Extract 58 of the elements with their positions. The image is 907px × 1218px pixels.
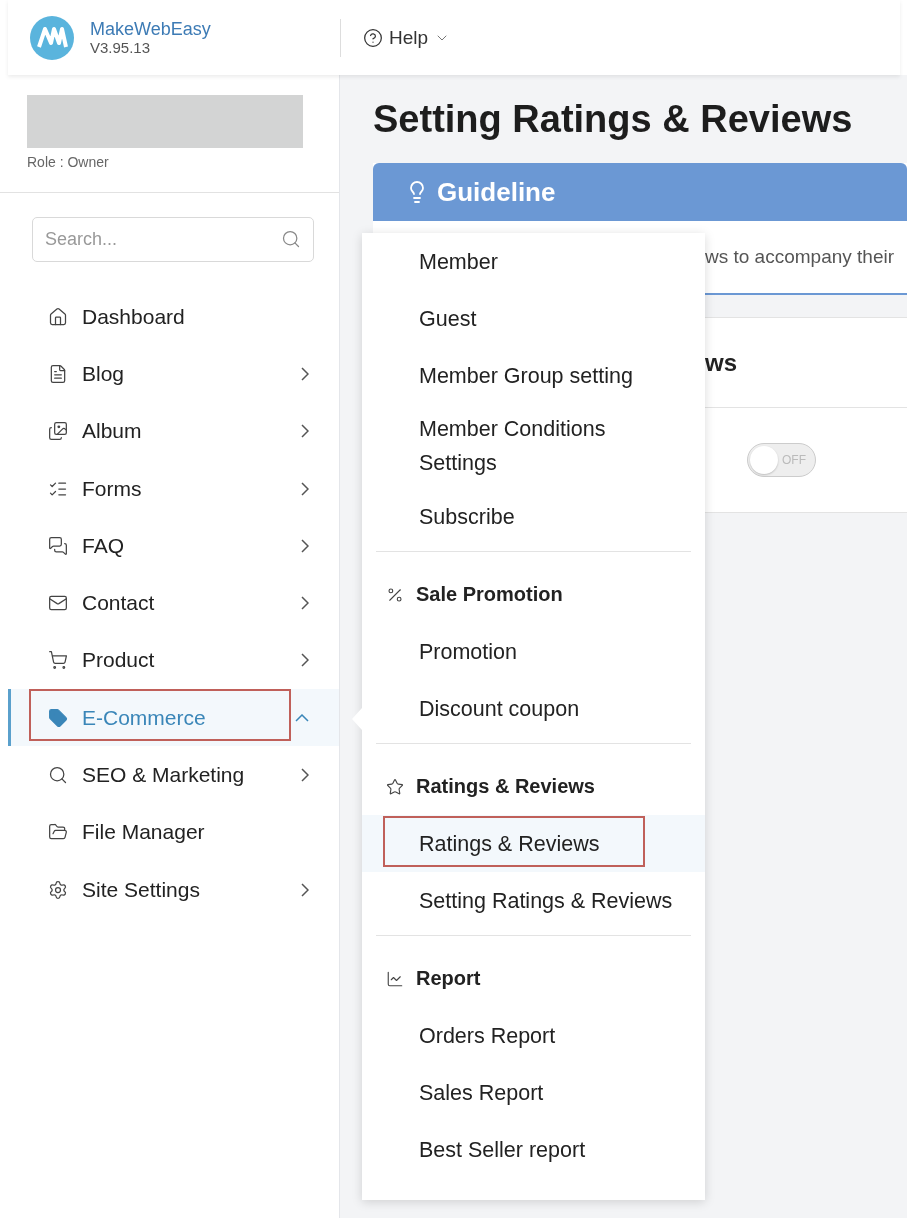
submenu-heading: Sale Promotion xyxy=(416,583,563,606)
chat-icon xyxy=(48,535,68,556)
user-role: Role : Owner xyxy=(27,154,110,170)
search-icon xyxy=(281,229,301,249)
percent-icon xyxy=(386,585,404,604)
submenu-item[interactable]: Ratings & Reviews xyxy=(362,815,705,872)
sidebar-item[interactable]: SEO & Marketing xyxy=(8,746,339,804)
sidebar-item[interactable]: Blog xyxy=(8,345,339,403)
page-title: Setting Ratings & Reviews xyxy=(373,97,854,141)
sidebar-item[interactable]: Dashboard xyxy=(8,288,339,346)
search-field[interactable]: Search... xyxy=(32,217,314,262)
cart-icon xyxy=(48,650,68,671)
guideline-text: ws to accompany their xyxy=(705,246,895,268)
sidebar-item[interactable]: Album xyxy=(8,402,339,460)
submenu-item[interactable]: Member Conditions Settings xyxy=(362,404,705,488)
chevron-right-icon xyxy=(301,481,309,496)
submenu-item[interactable]: Guest xyxy=(362,290,705,347)
chevron-right-icon xyxy=(301,653,309,668)
help-icon xyxy=(363,27,383,48)
tag-icon xyxy=(48,707,68,728)
chevron-right-icon xyxy=(301,424,309,439)
chevron-right-icon xyxy=(301,882,309,897)
chevron-right-icon xyxy=(301,596,309,611)
submenu-item[interactable]: Sales Report xyxy=(362,1064,705,1121)
chevron-right-icon xyxy=(301,366,309,381)
line-chart-icon xyxy=(386,969,404,988)
document-icon xyxy=(48,363,68,384)
sidebar-item[interactable]: Site Settings xyxy=(8,860,339,919)
chevron-right-icon xyxy=(301,768,309,782)
search-icon xyxy=(48,765,68,785)
submenu-item[interactable]: Discount coupon xyxy=(362,680,705,737)
submenu-item[interactable]: Orders Report xyxy=(362,1007,705,1064)
gear-icon xyxy=(48,879,68,900)
submenu-item[interactable]: Member Group setting xyxy=(362,347,705,404)
submenu-heading: Ratings & Reviews xyxy=(416,775,595,798)
app-version: V3.95.13 xyxy=(90,39,152,56)
sidebar-item[interactable]: FAQ xyxy=(8,517,339,575)
star-icon xyxy=(386,777,404,796)
submenu-item[interactable]: Setting Ratings & Reviews xyxy=(362,872,705,929)
logo-icon xyxy=(30,15,74,60)
images-icon xyxy=(48,421,68,442)
home-icon xyxy=(48,306,68,327)
submenu-item[interactable]: Best Seller report xyxy=(362,1121,705,1178)
submenu-item[interactable]: Promotion xyxy=(362,623,705,680)
sidebar-item[interactable]: Contact xyxy=(8,574,339,632)
app-name: MakeWebEasy xyxy=(90,19,211,39)
sidebar-item[interactable]: E-Commerce xyxy=(8,689,339,747)
card-heading: ws xyxy=(705,348,737,377)
submenu-item[interactable]: Member xyxy=(362,233,705,290)
help-menu-button[interactable]: Help xyxy=(359,22,455,53)
sidebar-item[interactable]: Forms xyxy=(8,459,339,518)
sidebar-item[interactable]: Product xyxy=(8,631,339,690)
submenu-heading: Report xyxy=(416,967,481,990)
chevron-right-icon xyxy=(301,538,309,553)
chevron-up-icon xyxy=(295,713,309,722)
guideline-title: Guideline xyxy=(437,176,556,208)
submenu-item[interactable]: Subscribe xyxy=(362,488,705,545)
sidebar-item[interactable]: File Manager xyxy=(8,803,339,861)
